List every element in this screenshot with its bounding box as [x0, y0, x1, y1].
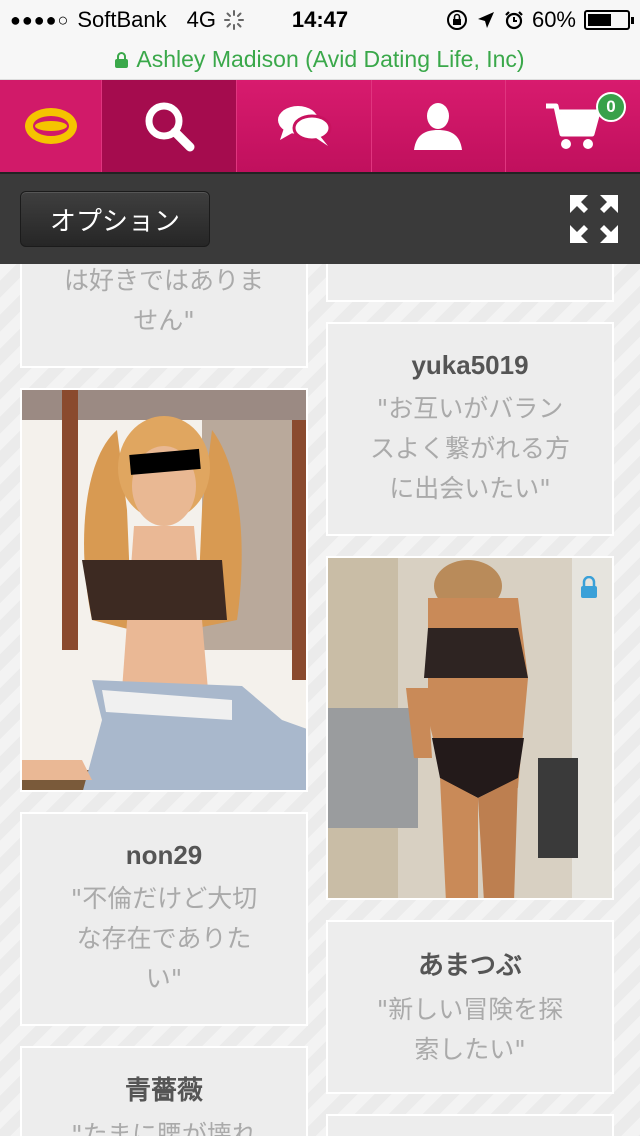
- cart-icon: [546, 103, 601, 149]
- member-card[interactable]: は好きではありま せん": [20, 264, 308, 368]
- main-nav: 0: [0, 80, 640, 172]
- member-card[interactable]: non29 "不倫だけど大切 な存在でありた い": [20, 812, 308, 1026]
- member-photo[interactable]: [20, 388, 308, 792]
- nav-messages[interactable]: [236, 80, 372, 172]
- member-quote: "お互いがバラン スよく繋がれる方 に出会いたい": [369, 393, 570, 503]
- member-username: あまつぶ: [417, 949, 522, 980]
- url-bar[interactable]: Ashley Madison (Avid Dating Life, Inc): [0, 40, 640, 80]
- member-card[interactable]: あまつぶ "新しい冒険を探 索したい": [326, 920, 614, 1094]
- cart-count-badge: 0: [596, 92, 626, 122]
- member-quote: "不倫だけど大切 な存在でありた い": [70, 883, 258, 993]
- member-card[interactable]: 青薔薇 "たまに腰が壊れ: [20, 1046, 308, 1136]
- member-quote: "たまに腰が壊れ: [71, 1120, 257, 1136]
- signal-strength: ●●●●○: [10, 9, 70, 30]
- status-bar: ●●●●○ SoftBank 4G 14:47 60%: [0, 0, 640, 40]
- member-photo[interactable]: [326, 556, 614, 900]
- search-icon: [145, 102, 195, 152]
- alarm-icon: [505, 11, 523, 30]
- options-button[interactable]: オプション: [20, 191, 210, 247]
- carrier-name: SoftBank: [77, 7, 167, 32]
- ashley-madison-logo: [24, 108, 77, 144]
- user-icon: [414, 103, 463, 150]
- site-identity: Ashley Madison (Avid Dating Life, Inc): [136, 46, 525, 72]
- expand-arrows-icon[interactable]: [568, 193, 620, 245]
- member-card[interactable]: [326, 264, 614, 302]
- rotation-lock-icon: [446, 10, 467, 30]
- location-arrow-icon: [477, 12, 494, 28]
- nav-logo[interactable]: [0, 80, 102, 172]
- activity-spinner-icon: [224, 10, 245, 30]
- private-photo-lock-icon: [581, 576, 597, 598]
- member-card[interactable]: yuka5019 "お互いがバラン スよく繋がれる方 に出会いたい": [326, 322, 614, 536]
- member-quote: は好きではありま せん": [63, 266, 264, 335]
- nav-cart[interactable]: 0: [506, 80, 640, 172]
- member-feed: は好きではありま せん" yuka5019 "お互いがバラン スよく繋がれる方 …: [0, 264, 640, 1136]
- nav-search[interactable]: [102, 80, 237, 172]
- member-username: yuka5019: [411, 349, 529, 380]
- options-toolbar: オプション: [0, 172, 640, 264]
- network-type: 4G: [186, 7, 217, 32]
- chat-bubbles-icon: [277, 106, 332, 146]
- battery-icon: [584, 10, 634, 30]
- member-photo-image: [328, 558, 612, 898]
- member-card[interactable]: [326, 1114, 614, 1136]
- nav-profile[interactable]: [371, 80, 507, 172]
- member-photo-image: [22, 390, 306, 790]
- member-quote: "新しい冒険を探 索したい": [376, 994, 564, 1064]
- battery-percent: 60%: [531, 7, 576, 32]
- member-username: non29: [125, 839, 203, 870]
- member-username: 青薔薇: [124, 1075, 203, 1105]
- secure-lock-icon: [115, 51, 129, 68]
